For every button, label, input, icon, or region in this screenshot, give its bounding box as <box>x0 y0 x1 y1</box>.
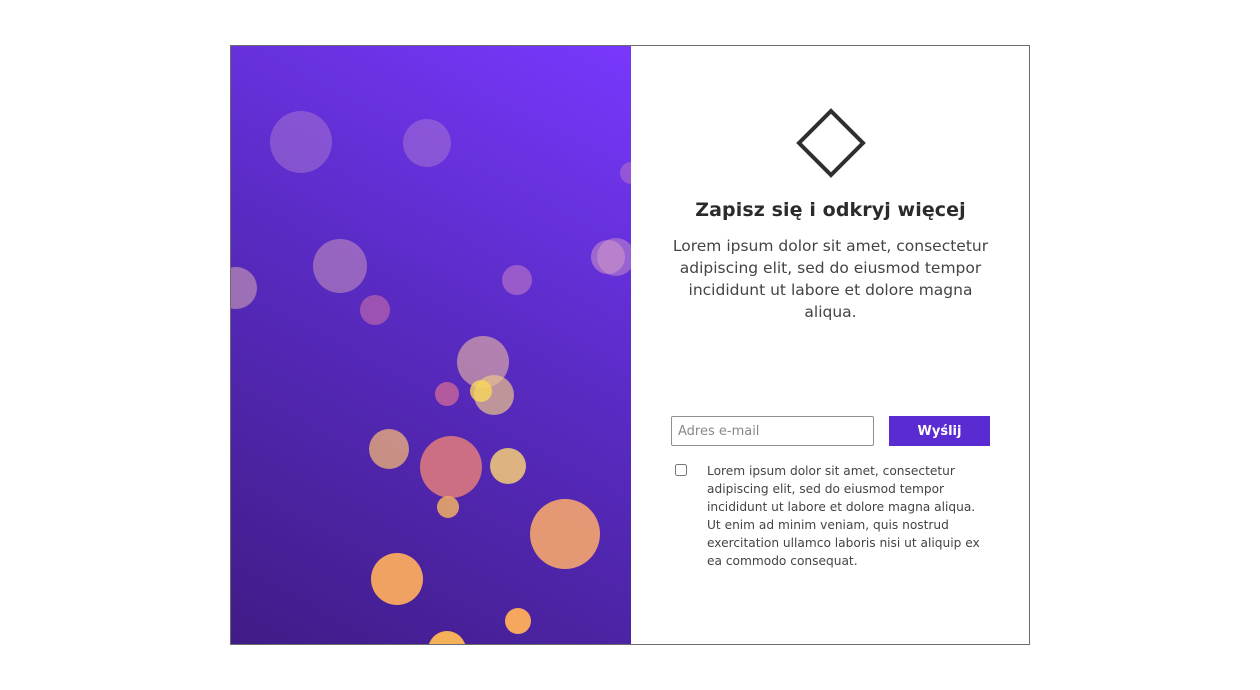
bokeh-bubble <box>360 295 390 325</box>
bokeh-bubble <box>597 238 631 276</box>
bokeh-bubble <box>313 239 367 293</box>
bokeh-bubble <box>371 553 423 605</box>
signup-description: Lorem ipsum dolor sit amet, consectetur … <box>672 237 989 321</box>
bokeh-bubble <box>470 380 492 402</box>
bokeh-bubble <box>620 162 631 184</box>
consent-text: Lorem ipsum dolor sit amet, consectetur … <box>707 464 980 568</box>
bokeh-bubble <box>403 119 451 167</box>
signup-modal: Zapisz się i odkryj więcej Lorem ipsum d… <box>230 45 1030 645</box>
bokeh-bubble <box>505 608 531 634</box>
signup-form-panel: Zapisz się i odkryj więcej Lorem ipsum d… <box>631 46 1029 644</box>
bokeh-bubble <box>428 631 466 644</box>
bokeh-illustration <box>231 46 631 644</box>
bokeh-bubble <box>502 265 532 295</box>
bokeh-bubble <box>231 267 257 309</box>
bokeh-bubble <box>437 496 459 518</box>
bokeh-bubble <box>369 429 409 469</box>
signup-title: Zapisz się i odkryj więcej <box>695 199 966 221</box>
diamond-outline-icon <box>796 108 866 178</box>
bokeh-bubble <box>270 111 332 173</box>
bokeh-bubble <box>530 499 600 569</box>
bokeh-bubble <box>435 382 459 406</box>
bokeh-bubble <box>490 448 526 484</box>
submit-button[interactable]: Wyślij <box>889 416 990 446</box>
bokeh-bubble <box>420 436 482 498</box>
consent-checkbox[interactable] <box>675 464 687 476</box>
email-input[interactable] <box>671 416 874 446</box>
